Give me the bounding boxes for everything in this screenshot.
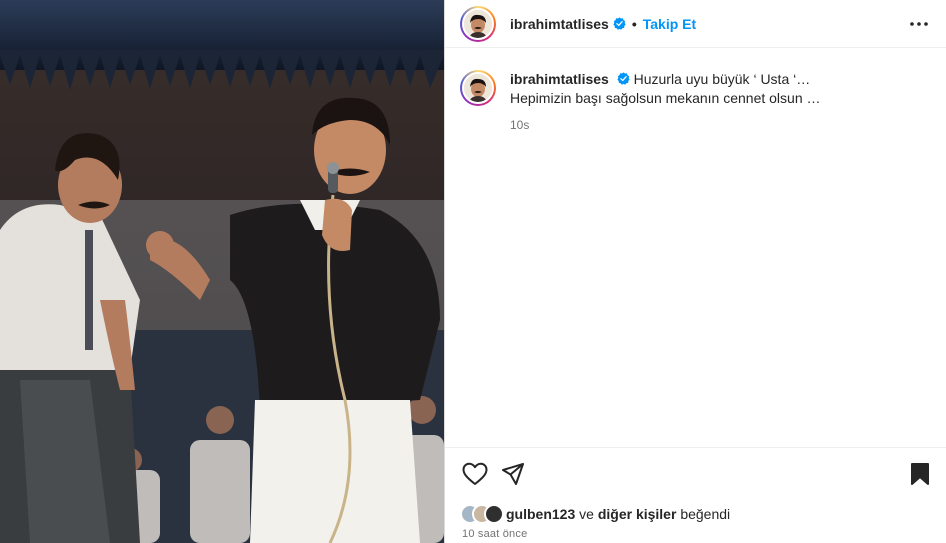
post-header: ibrahimtatlises • Takip Et — [445, 0, 946, 48]
likes-connector: ve — [579, 506, 594, 522]
separator-dot: • — [631, 15, 637, 32]
more-options-icon[interactable] — [909, 16, 929, 32]
likes-summary: gulben123 ve diğer kişiler beğendi — [460, 504, 730, 524]
verified-badge-icon — [613, 17, 626, 30]
caption-line-1: Huzurla uyu büyük ‘ Usta ‘… — [633, 71, 811, 87]
likes-text: gulben123 ve diğer kişiler beğendi — [506, 506, 730, 522]
caption-timestamp[interactable]: 10s — [510, 116, 821, 135]
post-time-ago[interactable]: 10 saat önce — [462, 528, 527, 540]
post-photo[interactable] — [0, 0, 444, 543]
caption-line-2: Hepimizin başı sağolsun mekanın cennet o… — [510, 90, 821, 106]
other-likers-link[interactable]: diğer kişiler — [598, 506, 677, 522]
paper-plane-icon[interactable] — [501, 462, 525, 486]
caption-body: ibrahimtatlises Huzurla uyu büyük ‘ Usta… — [510, 70, 821, 135]
heart-outline-icon[interactable] — [462, 462, 488, 486]
avatar[interactable] — [462, 72, 494, 104]
author-username[interactable]: ibrahimtatlises — [510, 16, 609, 32]
bookmark-filled-icon[interactable] — [910, 463, 930, 485]
caption-username[interactable]: ibrahimtatlises — [510, 71, 609, 87]
instagram-post: ibrahimtatlises • Takip Et ibrahimtatlis… — [0, 0, 946, 543]
stage-photo-illustration — [0, 0, 444, 543]
liker-avatar-3 — [484, 504, 504, 524]
follow-button[interactable]: Takip Et — [643, 16, 696, 32]
first-liker-username[interactable]: gulben123 — [506, 506, 575, 522]
author-face-icon — [464, 9, 492, 38]
liker-avatars[interactable] — [460, 504, 504, 524]
caption-avatar-ring[interactable] — [460, 70, 496, 106]
verified-badge-icon — [617, 72, 630, 85]
caption-comment: ibrahimtatlises Huzurla uyu büyük ‘ Usta… — [460, 70, 930, 135]
avatar[interactable] — [462, 7, 494, 40]
post-details-panel: ibrahimtatlises • Takip Et ibrahimtatlis… — [444, 0, 946, 543]
likes-suffix: beğendi — [680, 506, 731, 522]
post-actions-bar: gulben123 ve diğer kişiler beğendi 10 sa… — [445, 447, 946, 543]
author-face-icon — [464, 74, 492, 102]
author-avatar-ring[interactable] — [460, 5, 496, 42]
